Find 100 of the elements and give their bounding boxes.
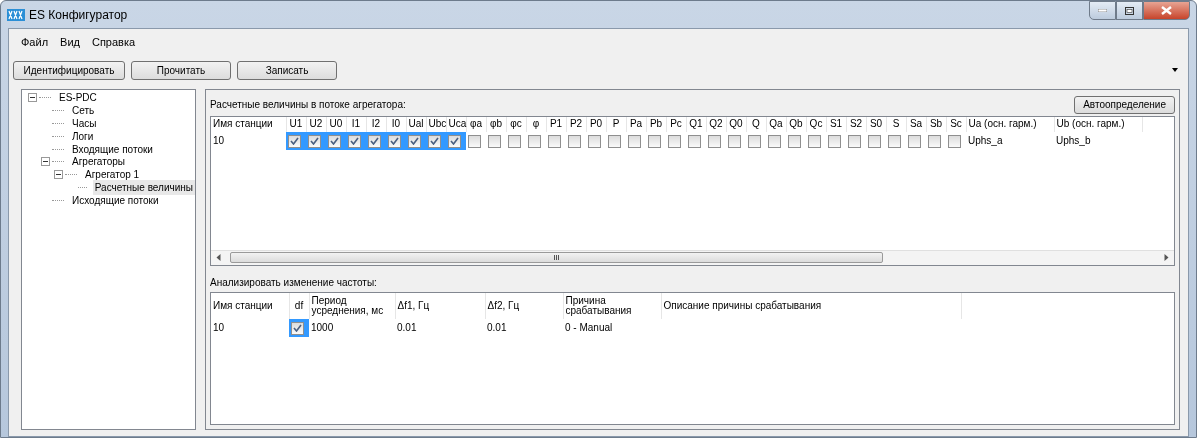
column-header[interactable]: U1	[286, 116, 306, 132]
tree-item[interactable]: Сеть	[70, 103, 97, 119]
column-header[interactable]: Ual	[406, 116, 426, 132]
checkbox[interactable]	[448, 134, 461, 148]
column-header[interactable]: Q1	[686, 116, 706, 132]
column-header[interactable]: P0	[586, 116, 606, 132]
tree-item[interactable]: Часы	[70, 116, 99, 131]
column-header[interactable]: Sa	[906, 116, 926, 132]
checkbox[interactable]	[528, 134, 541, 148]
tree-item[interactable]: Расчетные величины	[92, 180, 195, 195]
checkbox[interactable]	[928, 134, 941, 148]
dropdown-arrow-icon[interactable]	[1172, 68, 1178, 72]
checkbox[interactable]	[848, 134, 861, 148]
menu-item[interactable]: Справка	[85, 34, 142, 51]
column-header[interactable]: P2	[566, 116, 586, 132]
column-header[interactable]: Ua (осн. гарм.)	[966, 116, 1054, 132]
checkbox[interactable]	[888, 134, 901, 148]
column-header[interactable]: Pb	[646, 116, 666, 132]
column-header[interactable]: Ubc	[426, 116, 446, 132]
column-header[interactable]: Qb	[786, 116, 806, 132]
column-header[interactable]: S2	[846, 116, 866, 132]
column-header[interactable]: Причина срабатывания	[563, 292, 661, 319]
toolbar-button[interactable]: Записать	[237, 60, 337, 80]
checkbox[interactable]	[608, 134, 621, 148]
checkbox[interactable]	[388, 134, 401, 148]
checkbox[interactable]	[468, 134, 481, 148]
column-header[interactable]: Sc	[946, 116, 966, 132]
column-header[interactable]: S1	[826, 116, 846, 132]
checkbox[interactable]	[408, 134, 421, 148]
checkbox[interactable]	[748, 134, 761, 148]
column-header[interactable]: S	[886, 116, 906, 132]
column-header[interactable]: P1	[546, 116, 566, 132]
checkbox[interactable]	[768, 134, 781, 148]
checkbox[interactable]	[328, 134, 341, 148]
tree-item[interactable]: Логи	[70, 128, 96, 144]
column-header[interactable]: U2	[306, 116, 326, 132]
checkbox[interactable]	[428, 134, 441, 148]
menu-item[interactable]: Файл	[15, 34, 55, 51]
column-header[interactable]: Q	[746, 116, 766, 132]
checkbox[interactable]	[948, 134, 961, 148]
column-header[interactable]: Q2	[706, 116, 726, 132]
column-header[interactable]: φb	[486, 116, 506, 132]
checkbox[interactable]	[828, 134, 841, 148]
collapse-icon[interactable]	[54, 170, 63, 180]
column-header[interactable]: U0	[326, 116, 346, 132]
column-header[interactable]: Имя станции	[211, 292, 289, 319]
checkbox[interactable]	[288, 134, 301, 148]
checkbox[interactable]	[868, 134, 881, 148]
toolbar-button[interactable]: Прочитать	[131, 60, 231, 80]
checkbox[interactable]	[568, 134, 581, 148]
auto-detect-button[interactable]: Автоопределение	[1074, 95, 1175, 114]
column-header[interactable]: φ	[526, 116, 546, 132]
tree-item[interactable]: Исходящие потоки	[70, 192, 161, 208]
column-header[interactable]: S0	[866, 116, 886, 132]
checkbox[interactable]	[368, 134, 381, 148]
column-header[interactable]: Q0	[726, 116, 746, 132]
column-header[interactable]: Ub (осн. гарм.)	[1054, 116, 1142, 132]
checkbox[interactable]	[548, 134, 561, 148]
checkbox[interactable]	[291, 321, 304, 335]
tree-item[interactable]: Агрегаторы	[70, 154, 127, 170]
column-header[interactable]: I1	[346, 116, 366, 132]
column-header[interactable]: Имя станции	[211, 116, 286, 132]
checkbox[interactable]	[588, 134, 601, 148]
column-header[interactable]: Δf2, Гц	[485, 292, 563, 319]
tree-item[interactable]: ES-PDC	[57, 90, 99, 106]
tree-item[interactable]: Агрегатор 1	[83, 167, 142, 183]
checkbox[interactable]	[908, 134, 921, 148]
column-header[interactable]: Δf1, Гц	[395, 292, 485, 319]
checkbox[interactable]	[308, 134, 321, 148]
column-header[interactable]: Pa	[626, 116, 646, 132]
checkbox[interactable]	[508, 134, 521, 148]
checkbox[interactable]	[648, 134, 661, 148]
column-header[interactable]: df	[289, 292, 309, 319]
checkbox[interactable]	[668, 134, 681, 148]
column-header[interactable]: I2	[366, 116, 386, 132]
minimize-button[interactable]	[1089, 1, 1116, 20]
tree-item[interactable]: Входящие потоки	[70, 141, 155, 157]
checkbox[interactable]	[728, 134, 741, 148]
column-header[interactable]: Описание причины срабатывания	[661, 292, 961, 319]
checkbox[interactable]	[808, 134, 821, 148]
column-header[interactable]: Uca	[446, 116, 466, 132]
column-header[interactable]: P	[606, 116, 626, 132]
column-header[interactable]: φc	[506, 116, 526, 132]
checkbox[interactable]	[788, 134, 801, 148]
checkbox[interactable]	[628, 134, 641, 148]
checkbox[interactable]	[708, 134, 721, 148]
collapse-icon[interactable]	[41, 157, 50, 167]
column-header[interactable]: Qa	[766, 116, 786, 132]
checkbox[interactable]	[348, 134, 361, 148]
toolbar-button[interactable]: Идентифицировать	[13, 60, 125, 80]
close-button[interactable]	[1143, 1, 1190, 20]
collapse-icon[interactable]	[28, 93, 37, 103]
maximize-button[interactable]	[1116, 1, 1143, 20]
checkbox[interactable]	[688, 134, 701, 148]
column-header[interactable]: Sb	[926, 116, 946, 132]
checkbox[interactable]	[488, 134, 501, 148]
menu-item[interactable]: Вид	[54, 34, 86, 51]
column-header[interactable]: Pc	[666, 116, 686, 132]
column-header[interactable]: I0	[386, 116, 406, 132]
column-header[interactable]: φa	[466, 116, 486, 132]
